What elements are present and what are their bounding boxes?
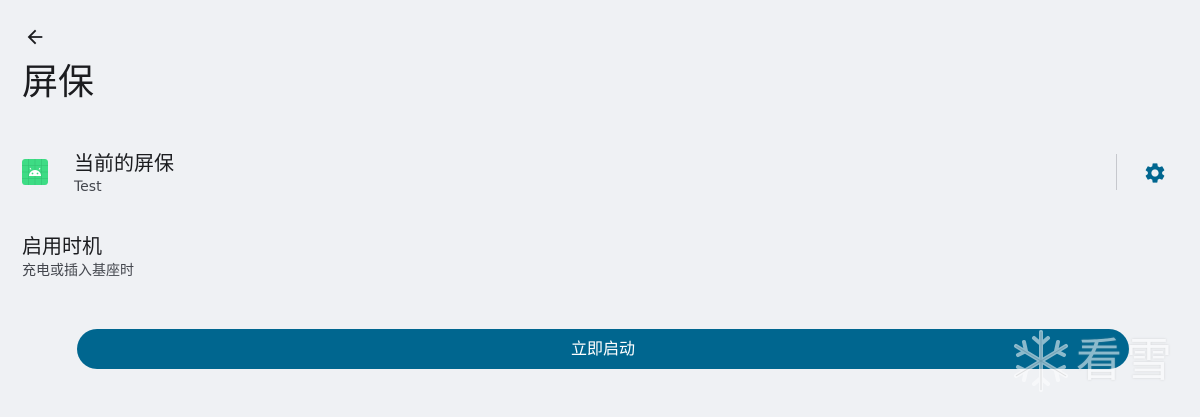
current-screensaver-title: 当前的屏保 <box>74 151 174 175</box>
when-to-start-row[interactable]: 启用时机 充电或插入基座时 <box>0 230 1200 286</box>
arrow-back-icon <box>27 29 43 45</box>
android-app-icon <box>22 159 48 185</box>
vertical-divider <box>1116 154 1117 190</box>
current-screensaver-summary: Test <box>74 179 102 195</box>
gear-icon <box>1145 163 1165 183</box>
page-title: 屏保 <box>22 62 95 103</box>
current-screensaver-row[interactable]: 当前的屏保 Test <box>0 146 1200 202</box>
back-button[interactable] <box>20 22 50 52</box>
start-now-button[interactable]: 立即启动 <box>77 329 1129 369</box>
when-to-start-title: 启用时机 <box>22 234 102 258</box>
screensaver-settings-button[interactable] <box>1138 156 1172 190</box>
when-to-start-summary: 充电或插入基座时 <box>22 263 134 279</box>
